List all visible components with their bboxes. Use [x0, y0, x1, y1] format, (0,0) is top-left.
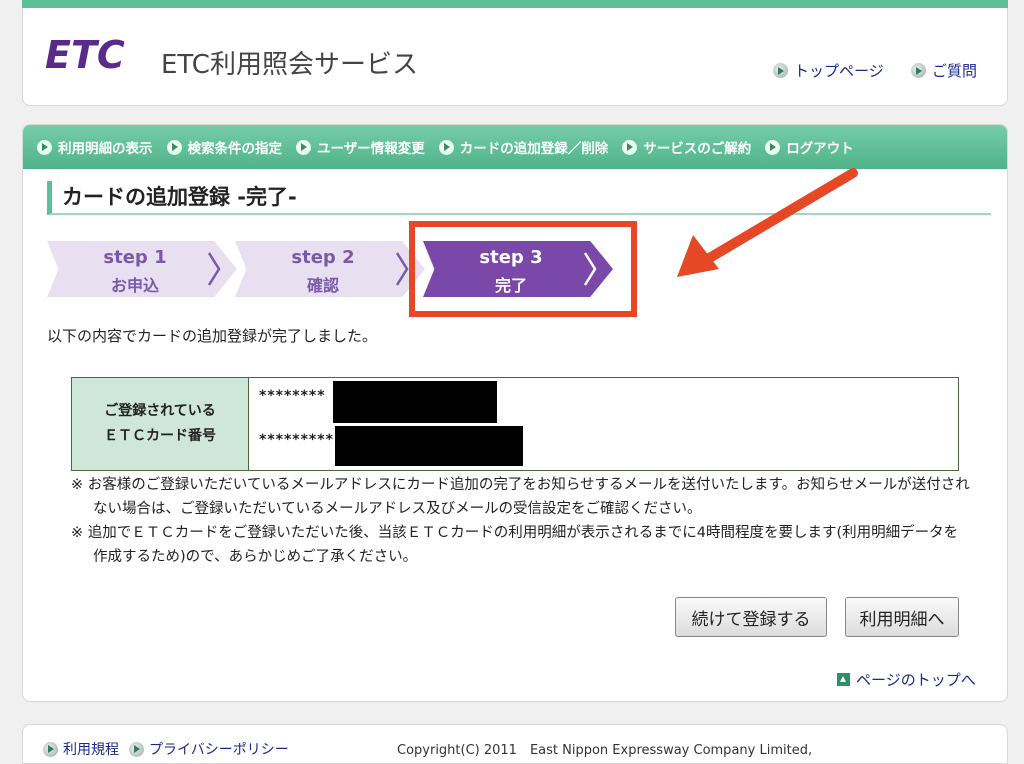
site-header: ETC ETC利用照会サービス トップページ ご質問 — [22, 8, 1008, 106]
note-delay: ※ 追加でＥＴＣカードをご登録いただいた後、当該ＥＴＣカードの利用明細が表示され… — [71, 521, 971, 569]
step-label: お申込 — [110, 276, 159, 295]
nav-item-label: サービスのご解約 — [643, 141, 752, 157]
nav-item-card-register[interactable]: カードの追加登録／削除 — [438, 137, 609, 157]
service-name: ETC利用照会サービス — [161, 50, 418, 80]
arrow-bullet-icon — [37, 139, 52, 155]
card-table-header: ご登録されている ＥＴＣカード番号 — [72, 378, 249, 470]
arrow-bullet-icon — [911, 63, 926, 78]
faq-link-label: ご質問 — [932, 62, 978, 80]
site-footer: 利用規程 プライバシーポリシー Copyright(C) 2011 East N… — [22, 724, 1008, 764]
arrow-bullet-icon — [765, 139, 781, 155]
redaction-block — [335, 426, 523, 466]
nav-item-label: ユーザー情報変更 — [317, 141, 425, 157]
arrow-bullet-icon — [622, 139, 638, 155]
nav-item-label: カードの追加登録／削除 — [459, 141, 609, 157]
nav-item-label: ログアウト — [786, 141, 854, 157]
arrow-bullet-icon — [438, 139, 454, 155]
page-top-link[interactable]: ページのトップへ — [837, 669, 976, 690]
card-header-line1: ご登録されている — [104, 403, 216, 419]
card-table-cell: ******** ********* — [249, 378, 958, 470]
arrow-bullet-icon — [43, 741, 58, 757]
nav-item-label: 検索条件の指定 — [187, 141, 283, 157]
top-page-link-label: トップページ — [794, 62, 884, 80]
note-text: ※ お客様のご登録いただいているメールアドレスにカード追加の完了をお知らせするメ… — [71, 477, 970, 517]
chevron-right-icon — [207, 252, 221, 286]
card-number-1: ******** — [259, 388, 326, 404]
card-header-line2: ＥＴＣカード番号 — [104, 428, 216, 444]
arrow-bullet-icon — [773, 63, 788, 78]
nav-item-user-info[interactable]: ユーザー情報変更 — [296, 137, 425, 157]
red-arrow-annotation — [677, 168, 858, 277]
etc-logo: ETC — [45, 34, 125, 74]
arrow-bullet-icon — [166, 139, 182, 155]
page-top-link-label: ページのトップへ — [856, 671, 976, 689]
top-accent-bar — [22, 0, 1008, 8]
svg-text:ETC: ETC — [45, 34, 125, 74]
terms-link-label: 利用規程 — [63, 742, 119, 758]
arrow-up-icon — [837, 673, 850, 686]
chevron-right-icon — [395, 252, 409, 286]
card-number-table: ご登録されている ＥＴＣカード番号 ******** ********* — [71, 377, 959, 471]
privacy-link-label: プライバシーポリシー — [149, 742, 289, 758]
step-number: step 1 — [103, 247, 167, 268]
highlight-box — [409, 221, 637, 317]
privacy-link[interactable]: プライバシーポリシー — [129, 739, 289, 759]
copyright-text: Copyright(C) 2011 East Nippon Expressway… — [397, 743, 813, 758]
redaction-block — [333, 381, 497, 423]
nav-item-statement[interactable]: 利用明細の表示 — [37, 137, 153, 157]
arrow-bullet-icon — [129, 741, 144, 757]
arrow-bullet-icon — [296, 139, 311, 155]
main-panel: 利用明細の表示 検索条件の指定 ユーザー情報変更 カードの追加登録／削除 サービ… — [22, 124, 1008, 702]
nav-item-cancel-service[interactable]: サービスのご解約 — [622, 137, 751, 157]
nav-item-logout[interactable]: ログアウト — [765, 137, 854, 157]
terms-link[interactable]: 利用規程 — [43, 739, 119, 759]
continue-register-button[interactable]: 続けて登録する — [675, 597, 827, 637]
step-label: 確認 — [306, 276, 339, 295]
faq-link[interactable]: ご質問 — [911, 60, 977, 81]
top-page-link[interactable]: トップページ — [773, 60, 884, 81]
statement-button[interactable]: 利用明細へ — [845, 597, 959, 637]
nav-item-label: 利用明細の表示 — [58, 141, 153, 157]
nav-item-search[interactable]: 検索条件の指定 — [166, 137, 283, 157]
step-number: step 2 — [291, 247, 355, 268]
note-text: ※ 追加でＥＴＣカードをご登録いただいた後、当該ＥＴＣカードの利用明細が表示され… — [71, 525, 959, 565]
card-number-2: ********* — [259, 432, 334, 448]
note-email: ※ お客様のご登録いただいているメールアドレスにカード追加の完了をお知らせするメ… — [71, 473, 971, 521]
completion-message: 以下の内容でカードの追加登録が完了しました。 — [47, 327, 378, 345]
main-nav: 利用明細の表示 検索条件の指定 ユーザー情報変更 カードの追加登録／削除 サービ… — [23, 125, 1007, 169]
